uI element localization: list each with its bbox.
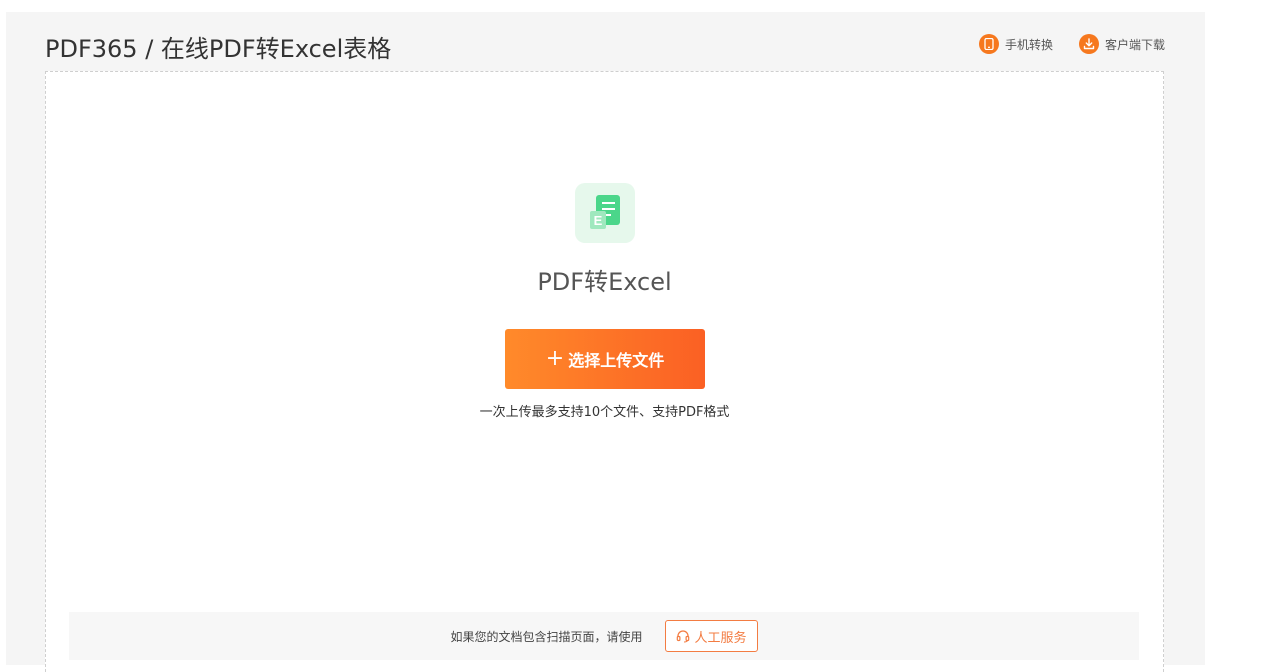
scan-notice-bar: 如果您的文档包含扫描页面，请使用 人工服务 [69,612,1139,660]
excel-doc-icon: E [575,183,635,243]
tool-name: PDF转Excel [537,268,672,296]
manual-service-label: 人工服务 [694,630,747,646]
phone-icon [978,34,999,54]
mobile-convert-link[interactable]: 手机转换 [978,34,1053,54]
top-links: 手机转换 客户端下载 [953,34,1165,54]
upload-hint: 一次上传最多支持10个文件、支持PDF格式 [479,405,730,420]
upload-dropzone[interactable]: E PDF转Excel + 选择上传文件 一次上传最多支持10个文件、支持PDF… [45,71,1164,672]
client-download-link[interactable]: 客户端下载 [1078,34,1165,54]
manual-service-button[interactable]: 人工服务 [664,620,758,652]
headset-icon [676,630,689,643]
svg-text:E: E [594,213,603,228]
page-title: PDF365 / 在线PDF转Excel表格 [45,35,392,63]
select-upload-file-button[interactable]: + 选择上传文件 [505,329,705,389]
page-panel: PDF365 / 在线PDF转Excel表格 手机转换 客户端下载 E PDF转… [6,12,1205,672]
upload-button-label: 选择上传文件 [568,351,665,370]
mobile-convert-label: 手机转换 [1004,37,1053,52]
plus-icon: + [545,346,565,371]
scan-notice-text: 如果您的文档包含扫描页面，请使用 [450,629,643,644]
download-icon [1078,34,1099,54]
client-download-label: 客户端下载 [1104,37,1165,52]
